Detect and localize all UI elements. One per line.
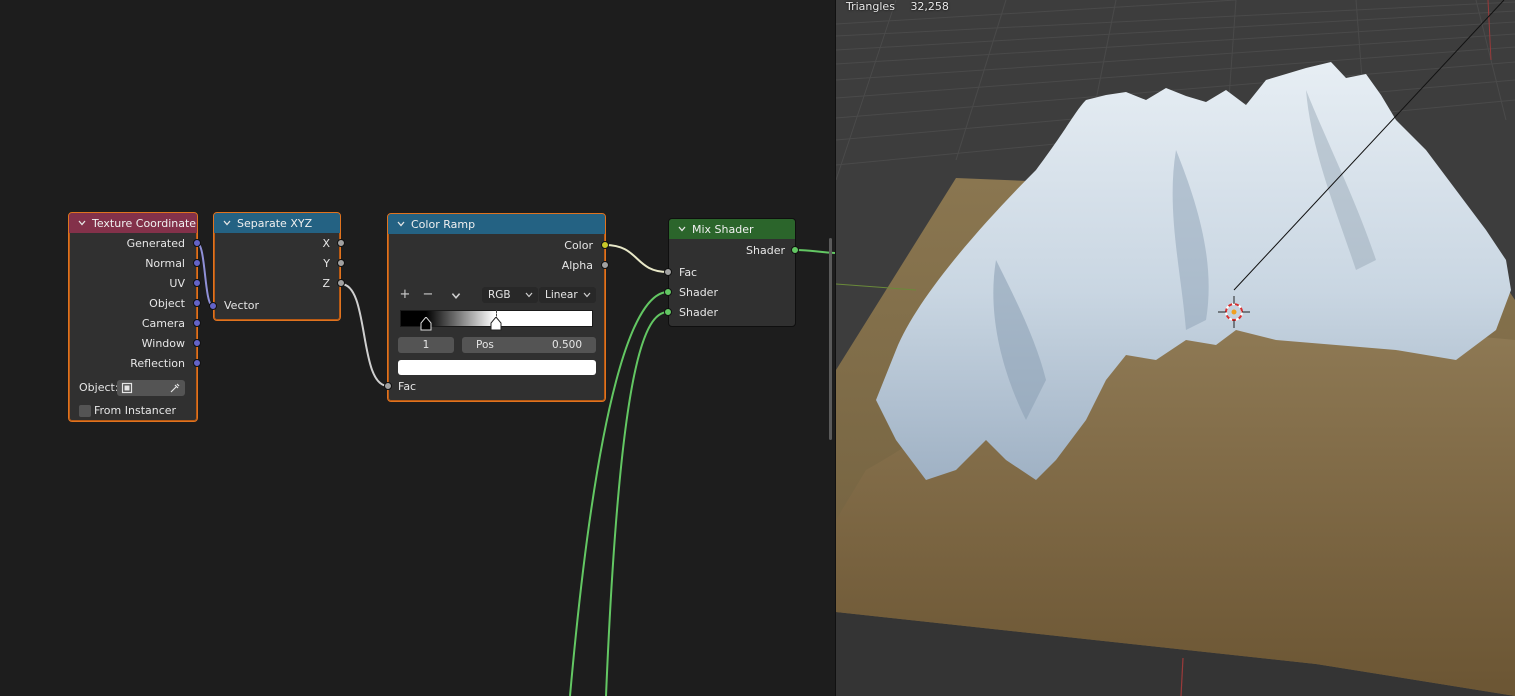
socket-reflection[interactable]	[193, 359, 201, 367]
separate-xyz-node[interactable]: Separate XYZ X Y Z Vector	[213, 212, 341, 321]
object-cube-icon	[121, 382, 133, 394]
output-normal: Normal	[145, 257, 185, 270]
interpolation-select[interactable]: Linear	[539, 287, 596, 303]
collapse-chevron-icon[interactable]	[677, 224, 687, 234]
node-header[interactable]: Texture Coordinate	[69, 213, 197, 233]
node-title: Separate XYZ	[237, 216, 313, 230]
socket-fac-in[interactable]	[384, 382, 392, 390]
socket-shader-in-2[interactable]	[664, 308, 672, 316]
socket-shader-out[interactable]	[791, 246, 799, 254]
output-z: Z	[322, 277, 330, 290]
stats-triangles-label: Triangles	[846, 0, 895, 13]
3d-viewport[interactable]: Triangles 32,258	[836, 0, 1515, 696]
from-instancer-label: From Instancer	[94, 404, 177, 417]
node-title: Color Ramp	[411, 217, 476, 231]
output-window: Window	[141, 337, 185, 350]
output-camera: Camera	[141, 317, 185, 330]
link-z-to-fac	[340, 283, 389, 387]
color-mode-value: RGB	[488, 289, 511, 301]
link-shader-b	[605, 311, 669, 696]
active-stop-index-field[interactable]: 1	[398, 337, 454, 353]
color-stop-handle-active[interactable]	[490, 317, 502, 331]
input-shader-2: Shader	[679, 306, 718, 319]
eyedropper-icon[interactable]	[169, 382, 181, 394]
stop-position-field[interactable]: Pos 0.500	[462, 337, 596, 353]
input-shader-1: Shader	[679, 286, 718, 299]
stats-overlay: Triangles 32,258	[846, 0, 949, 13]
stats-triangles-value: 32,258	[910, 0, 949, 13]
chevron-down-icon	[525, 292, 533, 298]
link-color-to-fac	[604, 244, 669, 273]
viewport-scene[interactable]	[836, 0, 1515, 696]
scroll-indicator	[829, 238, 832, 440]
output-shader: Shader	[746, 244, 785, 257]
output-object: Object	[149, 297, 185, 310]
socket-color-out[interactable]	[601, 241, 609, 249]
socket-y[interactable]	[337, 259, 345, 267]
socket-uv[interactable]	[193, 279, 201, 287]
ramp-menu-chevron-icon[interactable]	[450, 290, 462, 302]
output-x: X	[322, 237, 330, 250]
input-vector: Vector	[224, 299, 260, 312]
color-stop-handle[interactable]	[420, 317, 432, 331]
collapse-chevron-icon[interactable]	[222, 218, 232, 228]
color-ramp-node[interactable]: Color Ramp Color Alpha + − RGB Linear 1 …	[387, 213, 606, 402]
socket-alpha-out[interactable]	[601, 261, 609, 269]
active-stop-index: 1	[422, 339, 430, 351]
input-fac: Fac	[398, 380, 417, 393]
texture-coordinate-node[interactable]: Texture Coordinate Generated Normal UV O…	[68, 212, 198, 422]
output-y: Y	[323, 257, 330, 270]
node-title: Mix Shader	[692, 222, 754, 236]
object-label: Object:	[79, 381, 119, 394]
socket-generated[interactable]	[193, 239, 201, 247]
socket-camera[interactable]	[193, 319, 201, 327]
interpolation-value: Linear	[545, 289, 578, 301]
stop-color-swatch[interactable]	[398, 360, 596, 375]
socket-z[interactable]	[337, 279, 345, 287]
node-header[interactable]: Mix Shader	[669, 219, 795, 239]
socket-x[interactable]	[337, 239, 345, 247]
socket-shader-in-1[interactable]	[664, 288, 672, 296]
remove-stop-button[interactable]: −	[421, 287, 435, 303]
output-alpha: Alpha	[561, 259, 593, 272]
output-generated: Generated	[126, 237, 185, 250]
shader-node-editor[interactable]: Texture Coordinate Generated Normal UV O…	[0, 0, 835, 696]
from-instancer-checkbox[interactable]	[79, 405, 91, 417]
output-reflection: Reflection	[130, 357, 185, 370]
mix-shader-node[interactable]: Mix Shader Shader Fac Shader Shader	[668, 218, 796, 327]
pos-value: 0.500	[551, 339, 582, 351]
collapse-chevron-icon[interactable]	[77, 218, 87, 228]
output-uv: UV	[169, 277, 185, 290]
socket-object[interactable]	[193, 299, 201, 307]
socket-window[interactable]	[193, 339, 201, 347]
output-color: Color	[564, 239, 593, 252]
node-title: Texture Coordinate	[92, 216, 197, 230]
socket-vector-in[interactable]	[209, 302, 217, 310]
link-generated-to-vector	[196, 242, 214, 307]
add-stop-button[interactable]: +	[398, 287, 412, 303]
collapse-chevron-icon[interactable]	[396, 219, 406, 229]
pos-label: Pos	[476, 339, 494, 351]
socket-mix-fac-in[interactable]	[664, 268, 672, 276]
node-header[interactable]: Separate XYZ	[214, 213, 340, 233]
socket-normal[interactable]	[193, 259, 201, 267]
color-mode-select[interactable]: RGB	[482, 287, 538, 303]
object-picker-field[interactable]	[117, 380, 185, 396]
node-header[interactable]: Color Ramp	[388, 214, 605, 234]
input-fac: Fac	[679, 266, 698, 279]
chevron-down-icon	[583, 292, 591, 298]
